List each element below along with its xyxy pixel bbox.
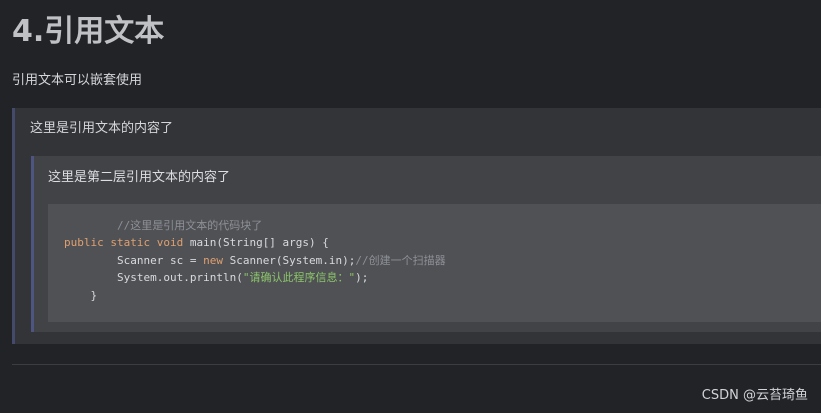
code-text: System.out.println(: [116, 271, 243, 285]
code-text: main(String[] args) {: [183, 236, 329, 250]
code-content: //这里是引用文本的代码块了 public static void main(S…: [64, 217, 805, 304]
blockquote-level-2-text: 这里是第二层引用文本的内容了: [48, 170, 231, 185]
intro-paragraph: 引用文本可以嵌套使用: [12, 73, 143, 88]
code-text: Scanner sc =: [116, 253, 204, 267]
code-comment: //创建一个扫描器: [355, 253, 446, 267]
divider: [12, 364, 821, 365]
article-page: 4.引用文本 引用文本可以嵌套使用 这里是引用文本的内容了 这里是第二层引用文本…: [0, 0, 821, 413]
code-string: "请确认此程序信息：": [242, 271, 356, 285]
code-text: }: [90, 288, 98, 302]
blockquote-level-1-text: 这里是引用文本的内容了: [30, 121, 174, 136]
section-heading: 4.引用文本: [12, 14, 165, 49]
code-comment: //这里是引用文本的代码块了: [116, 219, 263, 232]
code-keyword: new: [203, 253, 223, 267]
code-text: );: [355, 271, 369, 285]
blockquote-level-2: 这里是第二层引用文本的内容了 //这里是引用文本的代码块了 public sta…: [31, 156, 821, 332]
code-block[interactable]: //这里是引用文本的代码块了 public static void main(S…: [48, 204, 821, 322]
code-keyword: public static void: [64, 236, 184, 250]
blockquote-level-1: 这里是引用文本的内容了 这里是第二层引用文本的内容了 //这里是引用文本的代码块…: [12, 108, 821, 344]
code-text: Scanner(System.in);: [222, 253, 356, 267]
watermark: CSDN @云苔琦鱼: [701, 388, 808, 403]
